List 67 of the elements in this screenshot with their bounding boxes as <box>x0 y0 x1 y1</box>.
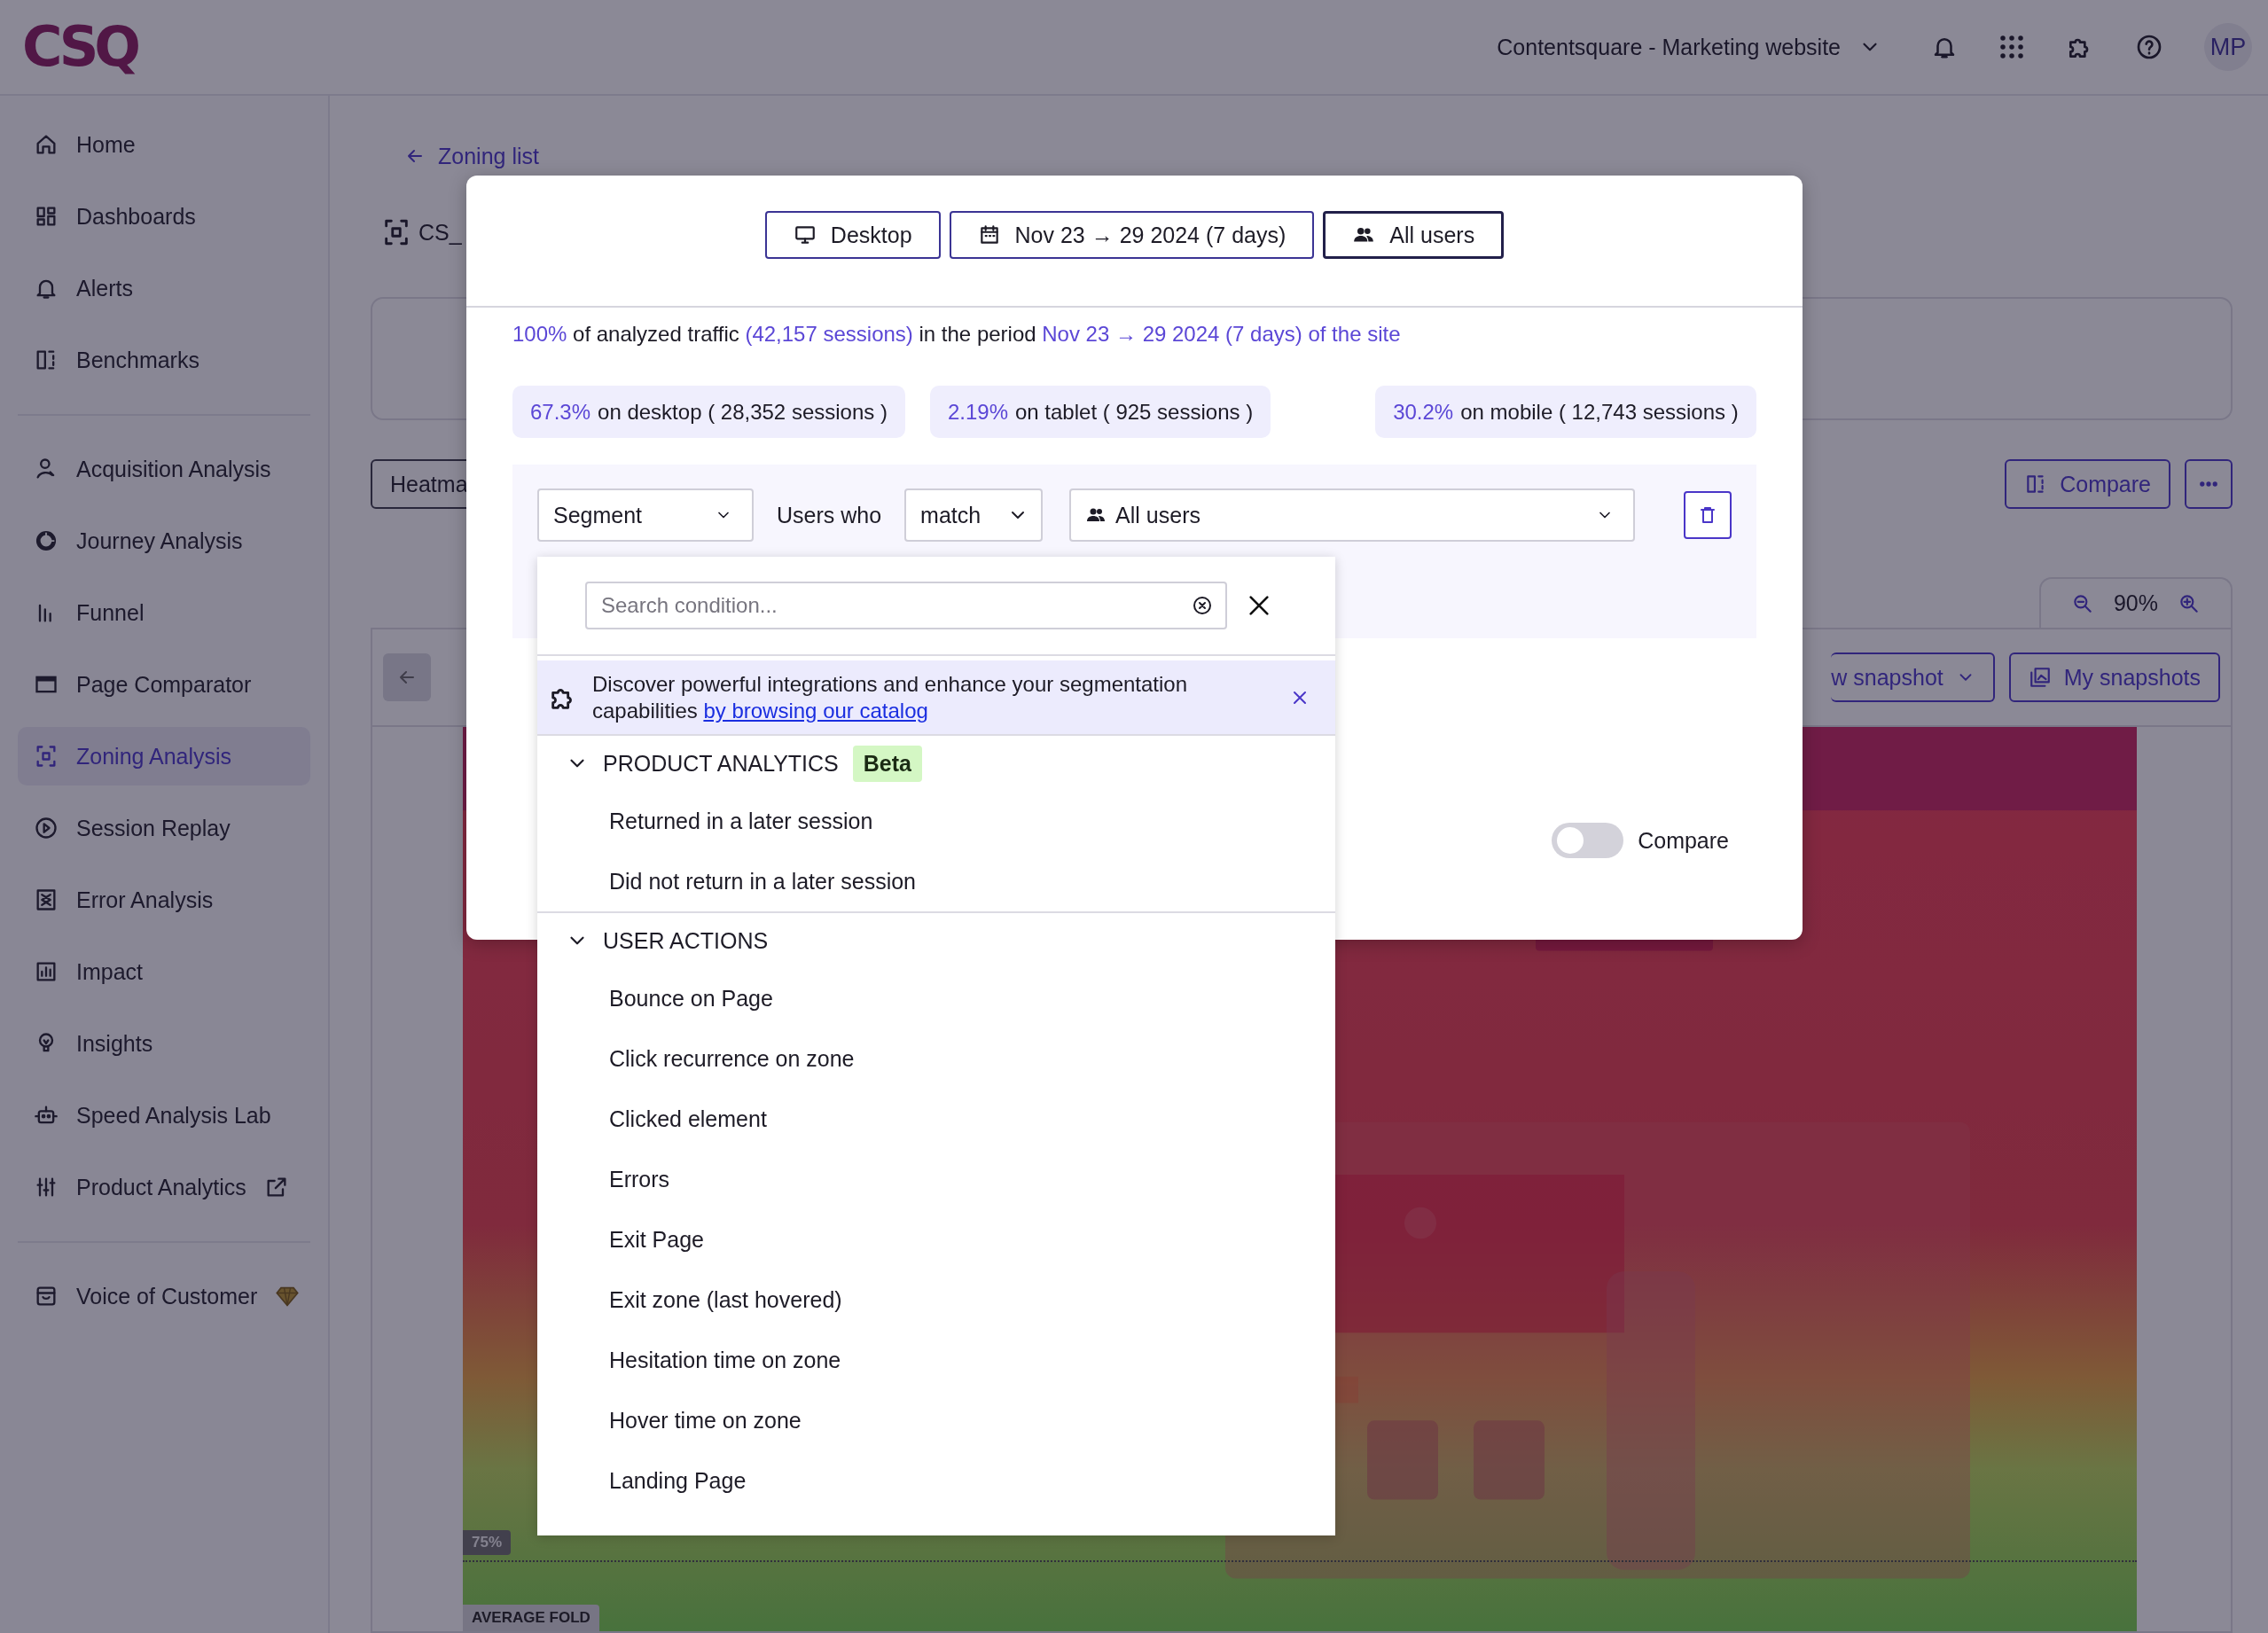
filter-button[interactable]: Desktop <box>764 211 941 259</box>
sidebar-item[interactable]: Impact <box>18 942 310 1001</box>
operator-select[interactable]: match <box>904 488 1044 542</box>
project-selector[interactable]: Contentsquare - Marketing website <box>1497 34 1881 60</box>
sidebar-item[interactable]: Journey Analysis <box>18 512 310 570</box>
condition-option[interactable]: Clicked element <box>537 1089 1335 1149</box>
users-who-label: Users who <box>777 502 882 528</box>
device-stat: 67.3% on desktop ( 28,352 sessions ) <box>512 386 905 438</box>
device-stat: 30.2% on mobile ( 12,743 sessions ) <box>1375 386 1756 438</box>
sidebar-item[interactable]: Voice of Customer <box>18 1267 310 1325</box>
fold-label: AVERAGE FOLD <box>463 1605 599 1631</box>
sidebar-item[interactable]: Acquisition Analysis <box>18 440 310 498</box>
banner-text: Discover powerful integrations and enhance your segmentation capabilities by browsing our catalog <box>592 670 1189 724</box>
sidebar-item[interactable]: Benchmarks <box>18 331 310 389</box>
compare-toggle[interactable] <box>1552 823 1624 858</box>
delete-button[interactable] <box>1684 491 1732 539</box>
sidebar-item[interactable]: Session Replay <box>18 799 310 857</box>
clear-icon <box>1192 595 1213 616</box>
images-icon <box>2028 666 2052 689</box>
zoom-level: 90% <box>2113 590 2158 616</box>
sidebar-item[interactable]: Zoning Analysis <box>18 727 310 785</box>
audience-select[interactable]: All users <box>1069 488 1636 542</box>
back-link[interactable]: Zoning list <box>404 140 2233 172</box>
filter-button[interactable]: Nov 23 → 29 2024 (7 days) <box>949 211 1315 259</box>
sidebar-item[interactable]: Home <box>18 115 310 174</box>
compare-button[interactable]: Compare <box>2005 459 2170 509</box>
apps-grid-icon[interactable] <box>1998 34 2025 60</box>
condition-option[interactable]: Landing Page <box>537 1450 1335 1511</box>
filter-button[interactable]: All users <box>1323 211 1505 259</box>
group-header[interactable]: PRODUCT ANALYTICS Beta <box>537 736 1335 791</box>
traffic-summary: 100% of analyzed traffic (42,157 sessions) in the period Nov 23 → 29 2024 (7 days) of the site <box>512 321 1402 348</box>
condition-option[interactable]: Hesitation time on zone <box>537 1330 1335 1390</box>
sidebar-item[interactable]: Page Comparator <box>18 655 310 714</box>
sidebar-item[interactable]: Error Analysis <box>18 871 310 929</box>
ellipsis-icon <box>2199 481 2218 487</box>
condition-option[interactable]: Bounce on Page <box>537 968 1335 1028</box>
condition-option[interactable]: Exit zone (last hovered) <box>537 1270 1335 1330</box>
search-field[interactable]: Search condition... <box>585 582 1227 629</box>
condition-option[interactable]: Returned in a later session <box>537 791 1335 851</box>
sidebar-item[interactable]: Speed Analysis Lab <box>18 1086 310 1145</box>
fold-percent: 75% <box>463 1530 512 1555</box>
sidebar-item[interactable]: Alerts <box>18 259 310 317</box>
help-icon <box>2135 33 2163 61</box>
condition-option[interactable]: Errors <box>537 1149 1335 1209</box>
play-icon <box>34 816 59 840</box>
type-select[interactable]: Segment <box>537 488 754 542</box>
more-button[interactable] <box>2185 459 2233 509</box>
user-avatar[interactable]: MP <box>2204 23 2252 71</box>
sidebar-item[interactable]: Dashboards <box>18 187 310 246</box>
sidebar-item[interactable]: Product Analytics <box>18 1158 310 1216</box>
compare-label: Compare <box>1638 827 1729 854</box>
ring-icon <box>34 528 59 553</box>
condition-option[interactable]: Exit Page <box>537 1209 1335 1270</box>
condition-option[interactable]: Hover time on zone <box>537 1390 1335 1450</box>
condition-option[interactable]: Did not return in a later session <box>537 851 1335 911</box>
beta-badge: Beta <box>852 745 922 782</box>
monitor-icon <box>793 223 817 246</box>
snapshots-button[interactable]: My snapshots <box>2008 652 2220 702</box>
snapshot-dropdown[interactable]: w snapshot <box>1831 652 1995 702</box>
catalog-link[interactable]: by browsing our catalog <box>703 698 928 723</box>
sidebar-item[interactable]: Funnel <box>18 583 310 642</box>
group-header[interactable]: USER ACTIONS <box>537 913 1335 968</box>
sidebar-item[interactable]: Insights <box>18 1014 310 1073</box>
page-title: CS_ <box>418 219 462 246</box>
device-stat: 2.19% on tablet ( 925 sessions ) <box>929 386 1271 438</box>
logo[interactable]: CSQ <box>22 20 137 74</box>
condition-option[interactable]: Click recurrence on zone <box>537 1028 1335 1089</box>
